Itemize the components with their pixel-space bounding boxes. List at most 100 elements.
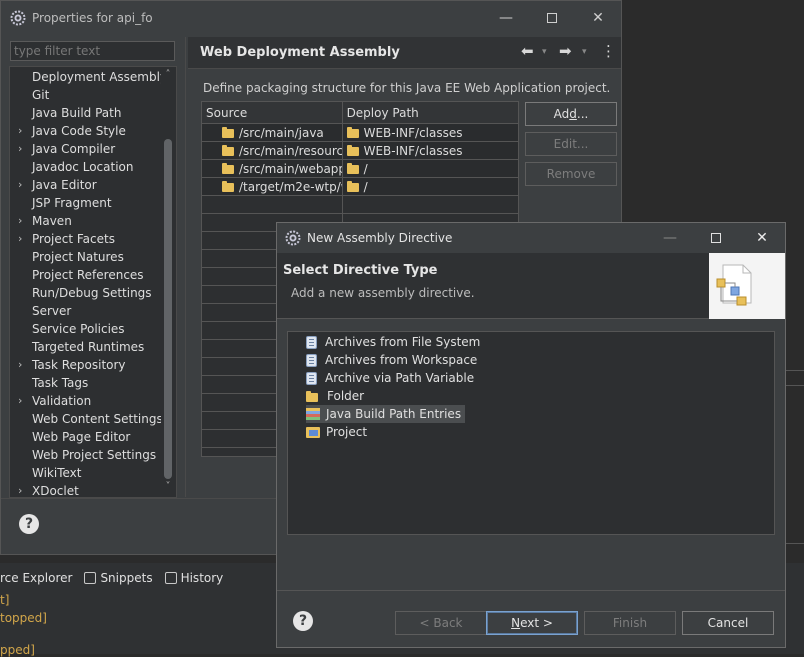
sidebar-item[interactable]: Web Project Settings [10, 446, 176, 464]
sidebar-item[interactable]: Web Page Editor [10, 428, 176, 446]
table-cell-deploy-path: / [343, 160, 518, 178]
list-item[interactable]: Java Build Path Entries [306, 405, 466, 423]
expand-arrow-icon[interactable]: › [18, 482, 22, 497]
sidebar-item-label: Project References [32, 268, 144, 282]
tab-history[interactable]: History [164, 571, 223, 585]
folder-icon [346, 126, 359, 138]
sidebar-item[interactable]: › Java Editor [10, 176, 176, 194]
sidebar-item-label: JSP Fragment [32, 196, 112, 210]
expand-arrow-icon[interactable]: › [18, 392, 22, 410]
sidebar-item[interactable]: Web Content Settings [10, 410, 176, 428]
expand-arrow-icon[interactable]: › [18, 212, 22, 230]
minimize-button[interactable]: — [483, 1, 529, 35]
help-icon[interactable]: ? [19, 514, 39, 534]
console-line: pped] [0, 643, 35, 657]
pane-splitter[interactable] [185, 37, 186, 497]
sidebar-item-label: Deployment Assembly [32, 70, 168, 84]
cell-text: /target/m2e-wtp/web-resources [239, 180, 342, 194]
sidebar-item[interactable]: JSP Fragment [10, 194, 176, 212]
table-cell-deploy-path [343, 196, 518, 214]
minimize-button[interactable]: — [647, 223, 693, 253]
page-description: Define packaging structure for this Java… [203, 81, 611, 95]
sidebar-item[interactable]: Run/Debug Settings [10, 284, 176, 302]
add-button[interactable]: Add... [525, 102, 617, 126]
page-header: Web Deployment Assembly ⬅ ▾ ➡ ▾ ⋮ [188, 37, 621, 69]
expand-arrow-icon[interactable]: › [18, 140, 22, 158]
eclipse-gear-icon [10, 10, 26, 26]
list-item-label: Archives from Workspace [325, 353, 478, 367]
list-item[interactable]: Folder [306, 387, 368, 405]
table-row[interactable]: /target/m2e-wtp/web-resources / [202, 178, 518, 196]
sidebar-item[interactable]: › XDoclet [10, 482, 176, 497]
sidebar-item[interactable]: Git [10, 86, 176, 104]
list-item[interactable]: Project [306, 423, 371, 441]
forward-arrow-icon[interactable]: ➡ [559, 42, 572, 60]
back-arrow-icon[interactable]: ⬅ [521, 42, 534, 60]
filter-input[interactable] [11, 42, 174, 60]
sidebar-item[interactable]: Service Policies [10, 320, 176, 338]
chevron-down-icon[interactable]: ▾ [542, 47, 547, 57]
maximize-button[interactable] [529, 1, 575, 35]
maximize-button[interactable] [693, 223, 739, 253]
edit-button[interactable]: Edit... [525, 132, 617, 156]
finish-button[interactable]: Finish [584, 611, 676, 635]
sidebar-item[interactable]: Java Build Path [10, 104, 176, 122]
next-button[interactable]: Next > [486, 611, 578, 635]
list-item-label: Archive via Path Variable [325, 371, 475, 385]
nav-scrollbar[interactable]: ˄ ˅ [161, 67, 175, 497]
list-item-label: Archives from File System [325, 335, 481, 349]
close-button[interactable]: ✕ [575, 1, 621, 35]
list-item[interactable]: Archives from File System [306, 333, 484, 351]
expand-arrow-icon[interactable]: › [18, 122, 22, 140]
sidebar-item[interactable]: Server [10, 302, 176, 320]
sidebar-item[interactable]: › Maven [10, 212, 176, 230]
sidebar-item[interactable]: › Java Code Style [10, 122, 176, 140]
close-icon: ✕ [756, 230, 768, 246]
sidebar-item[interactable]: Project Natures [10, 248, 176, 266]
table-row[interactable]: /src/main/webapp / [202, 160, 518, 178]
sidebar-item-label: Task Repository [32, 358, 126, 372]
column-header-source[interactable]: ˄ Source [202, 102, 343, 124]
table-row[interactable]: /src/main/java WEB-INF/classes [202, 124, 518, 142]
filter-field-container [10, 41, 175, 61]
sort-ascending-icon: ˄ [268, 101, 273, 110]
sidebar-item[interactable]: Javadoc Location [10, 158, 176, 176]
expand-arrow-icon[interactable]: › [18, 356, 22, 374]
sidebar-item-label: Targeted Runtimes [32, 340, 145, 354]
sidebar-item[interactable]: Task Tags [10, 374, 176, 392]
sidebar-item-label: Validation [32, 394, 92, 408]
sidebar-item[interactable]: Targeted Runtimes [10, 338, 176, 356]
sidebar-item[interactable]: › Project Facets [10, 230, 176, 248]
remove-button[interactable]: Remove [525, 162, 617, 186]
table-cell-deploy-path: WEB-INF/classes [343, 124, 518, 142]
sidebar-item[interactable]: WikiText [10, 464, 176, 482]
help-icon[interactable]: ? [293, 611, 313, 631]
chevron-up-icon[interactable]: ˄ [161, 69, 175, 80]
scrollbar-thumb[interactable] [164, 139, 172, 479]
cell-text: WEB-INF/classes [363, 144, 463, 158]
sidebar-item-label: Web Content Settings [32, 412, 163, 426]
expand-arrow-icon[interactable]: › [18, 230, 22, 248]
table-row[interactable]: /src/main/resources WEB-INF/classes [202, 142, 518, 160]
tab-snippets[interactable]: Snippets [84, 571, 153, 585]
sidebar-item[interactable]: › Java Compiler [10, 140, 176, 158]
expand-arrow-icon[interactable]: › [18, 176, 22, 194]
view-menu-icon[interactable]: ⋮ [601, 42, 616, 60]
back-button[interactable]: < Back [395, 611, 487, 635]
chevron-down-icon[interactable]: ▾ [582, 47, 587, 57]
sidebar-item[interactable]: Project References [10, 266, 176, 284]
sidebar-item[interactable]: › Validation [10, 392, 176, 410]
tab-source-explorer[interactable]: rce Explorer [0, 571, 72, 585]
column-header-deploy-path[interactable]: Deploy Path [343, 102, 518, 124]
close-button[interactable]: ✕ [739, 223, 785, 253]
wizard-assembly-icon [709, 253, 785, 319]
chevron-down-icon[interactable]: ˅ [161, 481, 175, 492]
sidebar-item-label: Service Policies [32, 322, 125, 336]
cancel-button[interactable]: Cancel [682, 611, 774, 635]
list-item[interactable]: Archives from Workspace [306, 351, 481, 369]
sidebar-item[interactable]: Deployment Assembly [10, 68, 176, 86]
list-item[interactable]: Archive via Path Variable [306, 369, 478, 387]
sidebar-item[interactable]: › Task Repository [10, 356, 176, 374]
list-item-label: Folder [327, 389, 365, 403]
sidebar-item-label: Git [32, 88, 50, 102]
